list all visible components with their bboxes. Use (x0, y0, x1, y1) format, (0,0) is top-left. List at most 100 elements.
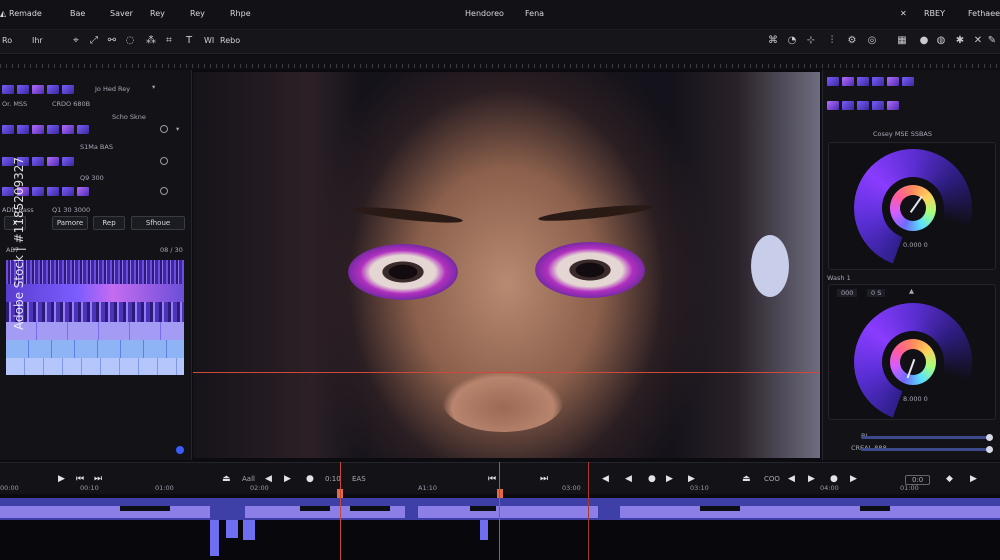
play-icon[interactable]: ▶ (58, 474, 65, 484)
scope-icon[interactable]: ◎ (866, 35, 878, 47)
menu-item-rey-2[interactable]: Rey (190, 9, 205, 18)
gear-icon[interactable]: ✱ (954, 35, 966, 47)
step-back-icon[interactable]: ⏮ (76, 474, 84, 484)
playhead-3[interactable] (588, 462, 589, 560)
field-2[interactable]: 0 S (867, 289, 886, 297)
swatch-row-right-2[interactable] (827, 98, 899, 112)
pen-icon[interactable]: ✎ (986, 35, 998, 47)
swatch-row[interactable] (2, 82, 74, 96)
transport-label-3: EAS (352, 475, 366, 483)
rep-button[interactable]: Rep (93, 216, 125, 230)
stop-icon[interactable]: ● (648, 474, 656, 484)
chevron-down-icon[interactable]: ▾ (152, 83, 155, 91)
pamore-button[interactable]: Pamore (52, 216, 88, 230)
radio-icon[interactable] (160, 125, 168, 133)
wheel1-title: Cosey MSE SSBAS (873, 130, 933, 138)
play-icon-2[interactable]: ▶ (666, 474, 673, 484)
radio-icon-3[interactable] (160, 187, 168, 195)
chevron-down-icon-2[interactable]: ▾ (176, 125, 179, 133)
swatch-row-2[interactable] (2, 122, 89, 136)
zoom-icon[interactable]: ⊹ (805, 35, 817, 47)
time-ruler[interactable] (0, 55, 1000, 69)
fast-forward-icon[interactable]: ▶ (688, 474, 695, 484)
crop-icon[interactable]: ⌗ (163, 35, 175, 47)
triangle-up-icon[interactable]: ▲ (909, 287, 914, 295)
diamond-icon[interactable]: ◆ (946, 474, 953, 484)
menu-item-saver[interactable]: Saver (110, 9, 133, 18)
watermark: Adobe Stock | #1185209327 (12, 156, 26, 330)
close-icon[interactable]: ✕ (900, 9, 907, 18)
timecode-4: 02:00 (250, 484, 269, 492)
back-icon-2[interactable]: ◀ (788, 474, 795, 484)
app-logo-icon[interactable]: ◭ (0, 9, 6, 18)
slider-2[interactable] (861, 446, 993, 453)
timeline-marker-2[interactable] (497, 489, 503, 498)
nodes-icon[interactable]: ⁂ (145, 35, 157, 47)
color-wheel[interactable] (854, 149, 972, 267)
rewind-icon[interactable]: ◀ (602, 474, 609, 484)
row-label-3: CRDO 680B (52, 100, 91, 108)
slider-1-knob[interactable] (986, 434, 993, 441)
menu-item-rey[interactable]: Rey (150, 9, 165, 18)
record-dot-icon-2[interactable]: ● (830, 474, 838, 484)
track-gap (120, 506, 170, 511)
transform-icon[interactable]: ⌘ (767, 35, 779, 47)
back-icon[interactable]: ◀ (265, 474, 272, 484)
field-1[interactable]: 000 (837, 289, 858, 297)
wheel1-value: 0.000 0 (903, 241, 928, 249)
audio-track[interactable] (0, 520, 1000, 560)
loop-icon[interactable]: ⏏ (222, 474, 231, 484)
toolbar-item-rebo[interactable]: Rebo (220, 36, 240, 45)
record-dot-icon[interactable]: ● (306, 474, 314, 484)
swatch-row-right[interactable] (827, 74, 914, 88)
fast-back-icon[interactable]: ◀ (625, 474, 632, 484)
viewer-guide-line[interactable] (193, 372, 820, 373)
prev-frame-icon[interactable]: ⏮ (488, 474, 496, 484)
menu-item-rhpe[interactable]: Rhpe (230, 9, 251, 18)
lasso-icon[interactable]: ◌ (124, 35, 136, 47)
circle-icon[interactable]: ◍ (935, 35, 947, 47)
link-icon[interactable]: ⚯ (106, 35, 118, 47)
playhead[interactable] (340, 462, 341, 560)
audio-bar-4 (480, 520, 488, 540)
viewer-eye-left (348, 244, 458, 300)
record-icon[interactable]: ● (918, 35, 930, 47)
next-icon[interactable]: ▶ (850, 474, 857, 484)
settings-icon[interactable]: ⚙ (846, 35, 858, 47)
audio-bar-3 (243, 520, 255, 540)
forward-icon-2[interactable]: ▶ (808, 474, 815, 484)
menu-item-remade[interactable]: Remade (9, 9, 42, 18)
playhead-2[interactable] (499, 462, 500, 560)
sfhoue-button[interactable]: Sfhoue (131, 216, 185, 230)
toolbar-item-ro[interactable]: Ro (2, 36, 12, 45)
slider-1[interactable] (861, 434, 993, 441)
levels-icon[interactable]: ⫶ (826, 35, 838, 47)
track-clip[interactable] (0, 506, 210, 518)
color-wheel-2[interactable] (854, 303, 972, 421)
close-icon-2[interactable]: ✕ (972, 35, 984, 47)
text-icon[interactable]: T (183, 35, 195, 47)
marker-icon[interactable]: ⏏ (742, 474, 751, 484)
next-frame-icon[interactable]: ⏭ (540, 474, 548, 484)
toolbar-item-ihr[interactable]: Ihr (32, 36, 43, 45)
video-track[interactable] (0, 498, 1000, 520)
section2-label: Wash 1 (827, 274, 851, 282)
mask-icon[interactable]: ◔ (786, 35, 798, 47)
track-clip-3[interactable] (418, 506, 598, 518)
forward-icon[interactable]: ▶ (284, 474, 291, 484)
transport-label-4: COO (764, 475, 780, 483)
cursor-icon[interactable]: ⌖ (70, 35, 82, 47)
step-forward-icon[interactable]: ⏭ (94, 474, 102, 484)
menu-item-hendoreo[interactable]: Hendoreo (465, 9, 504, 18)
track-clip-4[interactable] (620, 506, 1000, 518)
toolbar-item-wi[interactable]: WI (204, 36, 214, 45)
play-icon-3[interactable]: ▶ (970, 474, 977, 484)
slider-2-knob[interactable] (986, 446, 993, 453)
grid-icon[interactable]: ▦ (896, 35, 908, 47)
row-label-5: S1Ma BAS (80, 143, 113, 151)
radio-icon-2[interactable] (160, 157, 168, 165)
menu-item-fena[interactable]: Fena (525, 9, 544, 18)
menu-item-bae[interactable]: Bae (70, 9, 85, 18)
video-viewer[interactable] (193, 72, 820, 458)
expand-icon[interactable]: ⤢ (88, 35, 100, 47)
